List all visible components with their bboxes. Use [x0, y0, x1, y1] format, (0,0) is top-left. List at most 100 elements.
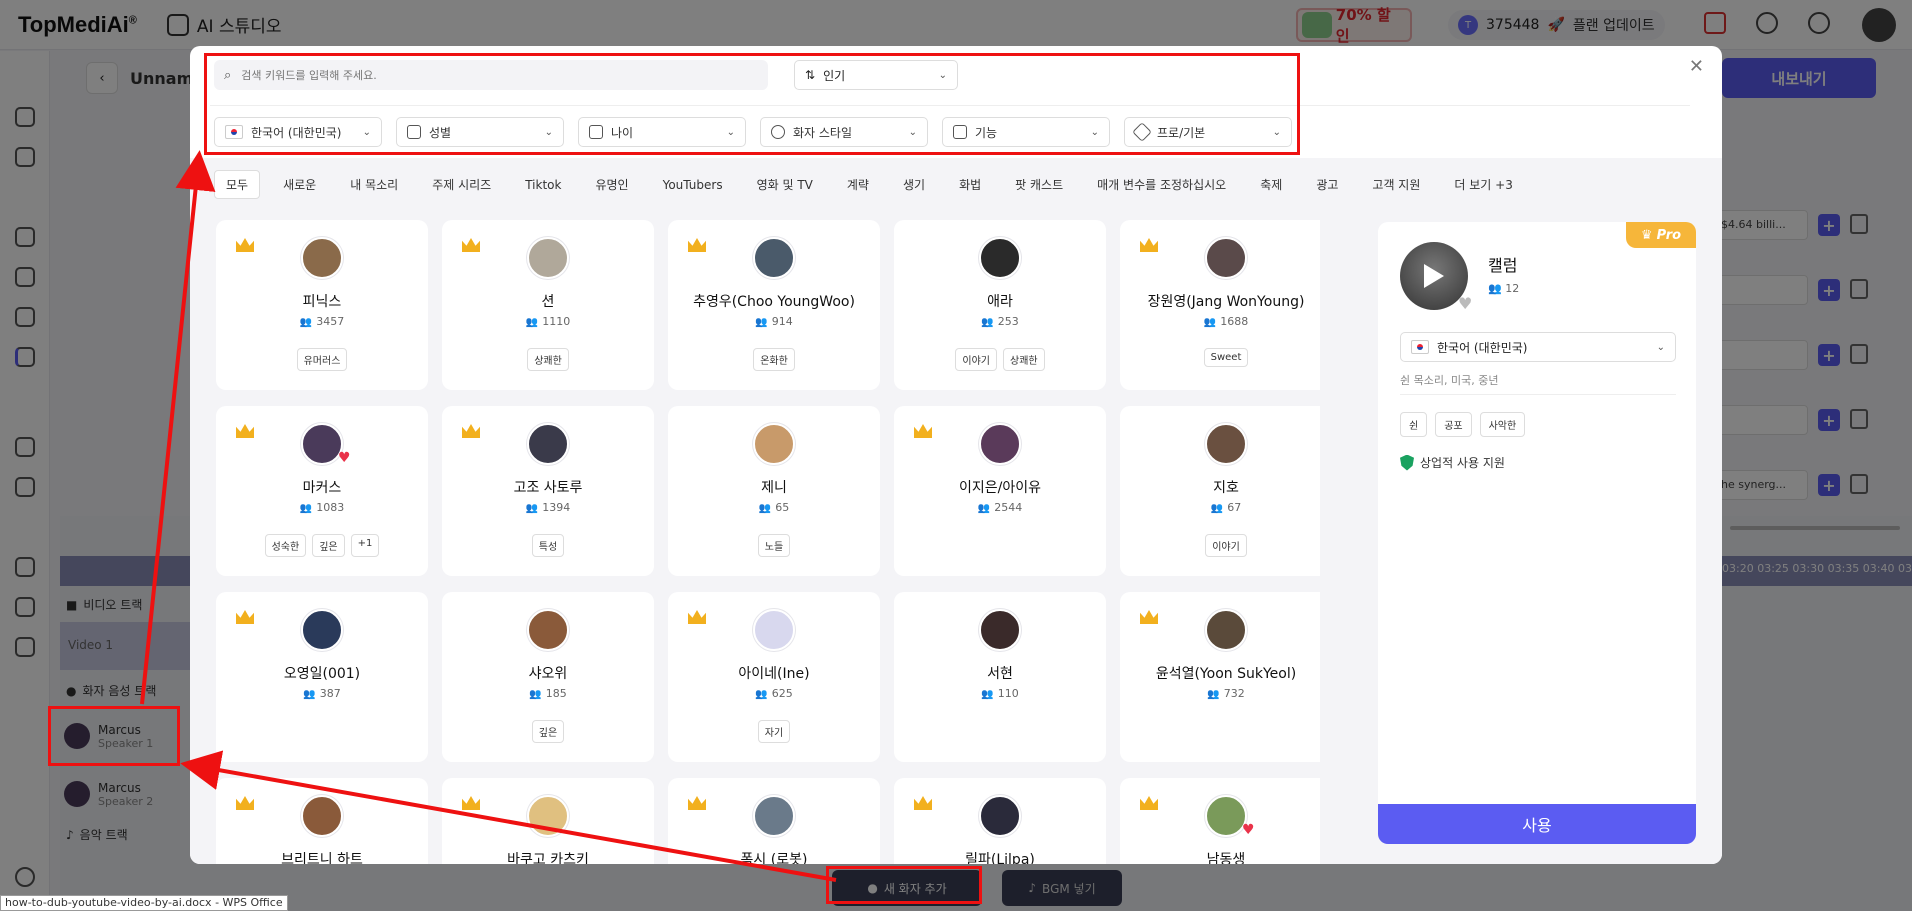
voice-name: 추영우(Choo YoungWoo) — [693, 294, 855, 310]
voice-avatar[interactable] — [753, 609, 795, 651]
category-tab[interactable]: 생기 — [892, 171, 936, 198]
category-tab[interactable]: Tiktok — [514, 173, 572, 197]
category-tab[interactable]: 유명인 — [584, 171, 639, 198]
voice-name: 애라 — [987, 294, 1013, 310]
voice-avatar[interactable] — [1205, 237, 1247, 279]
voice-tag: 상쾌한 — [527, 348, 569, 371]
category-tab[interactable]: 영화 및 TV — [746, 171, 824, 198]
heart-icon[interactable]: ♥ — [1458, 294, 1472, 313]
crown-icon — [462, 796, 480, 810]
users-icon: 👥 — [755, 689, 768, 700]
crown-icon — [236, 796, 254, 810]
language-filter[interactable]: 한국어 (대한민국) ⌄ — [214, 117, 382, 147]
chevron-down-icon: ⌄ — [726, 126, 735, 138]
voice-avatar[interactable] — [753, 237, 795, 279]
korea-flag-icon — [225, 125, 243, 139]
category-tab[interactable]: 내 목소리 — [339, 171, 409, 198]
crown-icon — [462, 238, 480, 252]
voice-count: 👥 110 — [981, 687, 1019, 700]
voice-avatar[interactable] — [1205, 795, 1247, 837]
category-tab[interactable]: 주제 시리즈 — [421, 171, 502, 198]
voice-avatar[interactable] — [1205, 423, 1247, 465]
category-tab[interactable]: 계략 — [836, 171, 880, 198]
close-icon[interactable]: ✕ — [1689, 56, 1704, 77]
category-tab[interactable]: 고객 지원 — [1361, 171, 1431, 198]
voice-card[interactable]: 샤오위 👥 185 깊은 — [442, 592, 654, 762]
voice-card[interactable]: 윤석열(Yoon SukYeol) 👥 732 — [1120, 592, 1320, 762]
voice-card[interactable]: ♥ 남동생 — [1120, 778, 1320, 864]
voice-card[interactable]: 션 👥 1110 상쾌한 — [442, 220, 654, 390]
age-filter[interactable]: 나이 ⌄ — [578, 117, 746, 147]
search-icon: ⌕ — [224, 67, 232, 83]
feature-filter[interactable]: 기능 ⌄ — [942, 117, 1110, 147]
category-tab[interactable]: 매개 변수를 조정하십시오 — [1086, 171, 1237, 198]
users-icon: 👥 — [758, 503, 772, 514]
category-tab[interactable]: 모두 — [214, 170, 261, 199]
style-filter[interactable]: 화자 스타일 ⌄ — [760, 117, 928, 147]
voice-avatar[interactable] — [979, 423, 1021, 465]
crown-icon — [236, 424, 254, 438]
crown-icon — [688, 610, 706, 624]
voice-card[interactable]: 오영일(001) 👥 387 — [216, 592, 428, 762]
search-box[interactable]: ⌕ — [214, 60, 768, 90]
play-icon[interactable] — [1424, 264, 1444, 288]
sort-dropdown[interactable]: ⇅ 인기 ⌄ — [794, 60, 958, 90]
voice-card[interactable]: 서현 👥 110 — [894, 592, 1106, 762]
voice-card[interactable]: 브리트니 하트 — [216, 778, 428, 864]
voice-card[interactable]: 릴파(Lilpa) — [894, 778, 1106, 864]
voice-card[interactable]: 제니 👥 65 노들 — [668, 406, 880, 576]
gender-filter[interactable]: 성별 ⌄ — [396, 117, 564, 147]
voice-avatar[interactable] — [527, 237, 569, 279]
voice-avatar[interactable] — [527, 795, 569, 837]
pro-filter[interactable]: 프로/기본 ⌄ — [1124, 117, 1292, 147]
voice-avatar[interactable] — [301, 423, 343, 465]
crown-icon — [236, 238, 254, 252]
gender-icon — [407, 125, 421, 139]
category-tab[interactable]: YouTubers — [652, 173, 734, 197]
detail-language-select[interactable]: 한국어 (대한민국) ⌄ — [1400, 332, 1676, 362]
category-tab[interactable]: 광고 — [1305, 171, 1349, 198]
voice-name: 릴파(Lilpa) — [965, 852, 1035, 864]
voice-avatar[interactable] — [527, 609, 569, 651]
voice-card[interactable]: 추영우(Choo YoungWoo) 👥 914 온화한 — [668, 220, 880, 390]
voice-avatar[interactable] — [301, 609, 343, 651]
heart-icon[interactable]: ♥ — [1242, 822, 1255, 838]
use-button[interactable]: 사용 — [1378, 804, 1696, 844]
commercial-use: 상업적 사용 지원 — [1400, 454, 1505, 471]
voice-card[interactable]: 바쿠고 카츠키 — [442, 778, 654, 864]
heart-icon[interactable]: ♥ — [338, 450, 351, 466]
voice-avatar[interactable] — [301, 237, 343, 279]
voice-name: 이지은/아이유 — [959, 480, 1041, 496]
search-input[interactable] — [241, 68, 722, 82]
voice-tag: 온화한 — [753, 348, 795, 371]
voice-count: 👥 1110 — [525, 315, 571, 328]
voice-card[interactable]: 피닉스 👥 3457 유머러스 — [216, 220, 428, 390]
voice-avatar[interactable] — [979, 795, 1021, 837]
category-tab[interactable]: 팟 캐스트 — [1004, 171, 1074, 198]
crown-icon — [236, 610, 254, 624]
voice-card[interactable]: 폭시 (로봇) — [668, 778, 880, 864]
detail-tag: 사악한 — [1479, 412, 1526, 437]
voice-count: 👥 185 — [529, 687, 567, 700]
voice-avatar[interactable] — [979, 237, 1021, 279]
voice-avatar[interactable] — [301, 795, 343, 837]
voice-tag: 성숙한 — [264, 534, 307, 557]
detail-name: 캘럼 — [1488, 256, 1518, 275]
voice-avatar[interactable] — [527, 423, 569, 465]
category-tab[interactable]: 새로운 — [272, 171, 327, 198]
voice-avatar[interactable] — [753, 795, 795, 837]
category-tab[interactable]: 더 보기 +3 — [1443, 171, 1523, 198]
voice-card[interactable]: 장원영(Jang WonYoung) 👥 1688 Sweet — [1120, 220, 1320, 390]
voice-card[interactable]: 이지은/아이유 👥 2544 — [894, 406, 1106, 576]
category-tab[interactable]: 화법 — [948, 171, 992, 198]
voice-card[interactable]: 고조 사토루 👥 1394 특성 — [442, 406, 654, 576]
voice-card[interactable]: ♥ 마커스 👥 1083 성숙한 깊은 +1 — [216, 406, 428, 576]
voice-card[interactable]: 지호 👥 67 이야기 — [1120, 406, 1320, 576]
category-tab[interactable]: 축제 — [1249, 171, 1293, 198]
voice-card[interactable]: 애라 👥 253 이야기 상쾌한 — [894, 220, 1106, 390]
voice-name: 피닉스 — [302, 294, 342, 310]
voice-avatar[interactable] — [753, 423, 795, 465]
voice-avatar[interactable] — [1205, 609, 1247, 651]
voice-avatar[interactable] — [979, 609, 1021, 651]
voice-card[interactable]: 아이네(Ine) 👥 625 자기 — [668, 592, 880, 762]
